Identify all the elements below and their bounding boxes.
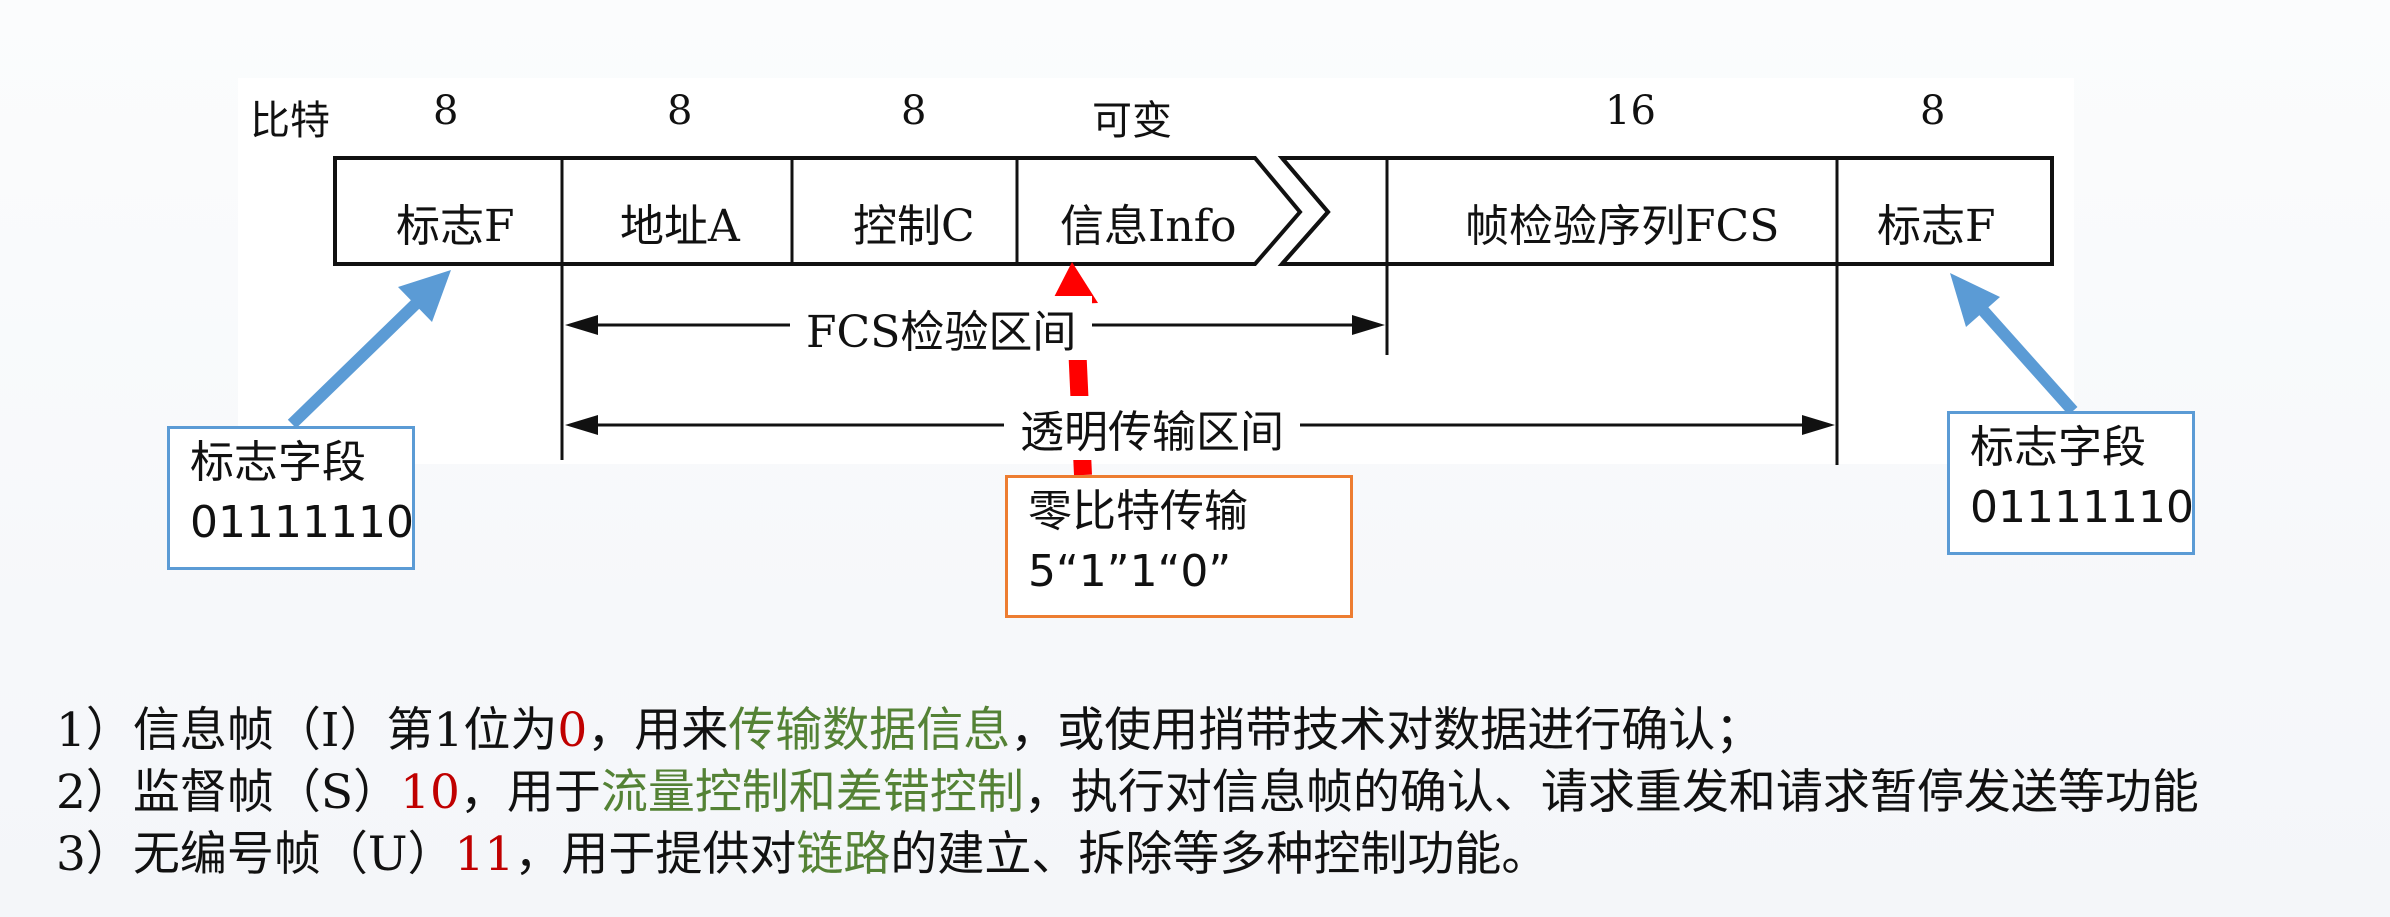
note-unnumbered-frame: 3）无编号帧（U）11，用于提供对链路的建立、拆除等多种控制功能。 xyxy=(56,827,1549,882)
zero-bit-callout-title: 零比特传输 xyxy=(1028,486,1248,537)
field-flag-end: 标志F xyxy=(1877,201,1996,252)
note-supervisory-frame: 2）监督帧（S）10，用于流量控制和差错控制，执行对信息帧的确认、请求重发和请求… xyxy=(56,765,2199,820)
flag-callout-right-value: 01111110 xyxy=(1970,482,2194,533)
transparent-range-label: 透明传输区间 xyxy=(1004,396,1300,460)
field-flag-start: 标志F xyxy=(396,201,515,252)
zero-bit-callout: 零比特传输 5“1”1“0” xyxy=(1005,475,1353,618)
fcs-range-label: FCS检验区间 xyxy=(790,296,1093,360)
flag-callout-right-title: 标志字段 xyxy=(1970,422,2146,473)
note-information-frame: 1）信息帧（I）第1位为0，用来传输数据信息，或使用捎带技术对数据进行确认； xyxy=(56,703,1763,758)
field-info: 信息Info xyxy=(1060,201,1237,252)
field-control: 控制C xyxy=(853,201,975,252)
flag-callout-left-value: 01111110 xyxy=(190,497,414,548)
zero-bit-callout-value: 5“1”1“0” xyxy=(1028,546,1232,597)
field-address: 地址A xyxy=(620,201,740,252)
flag-callout-left: 标志字段 01111110 xyxy=(167,426,415,570)
flag-callout-right: 标志字段 01111110 xyxy=(1947,411,2195,555)
flag-callout-left-title: 标志字段 xyxy=(190,437,366,488)
field-fcs: 帧检验序列FCS xyxy=(1465,201,1780,252)
frame-type-notes: 1）信息帧（I）第1位为0，用来传输数据信息，或使用捎带技术对数据进行确认； 2… xyxy=(56,700,2199,886)
